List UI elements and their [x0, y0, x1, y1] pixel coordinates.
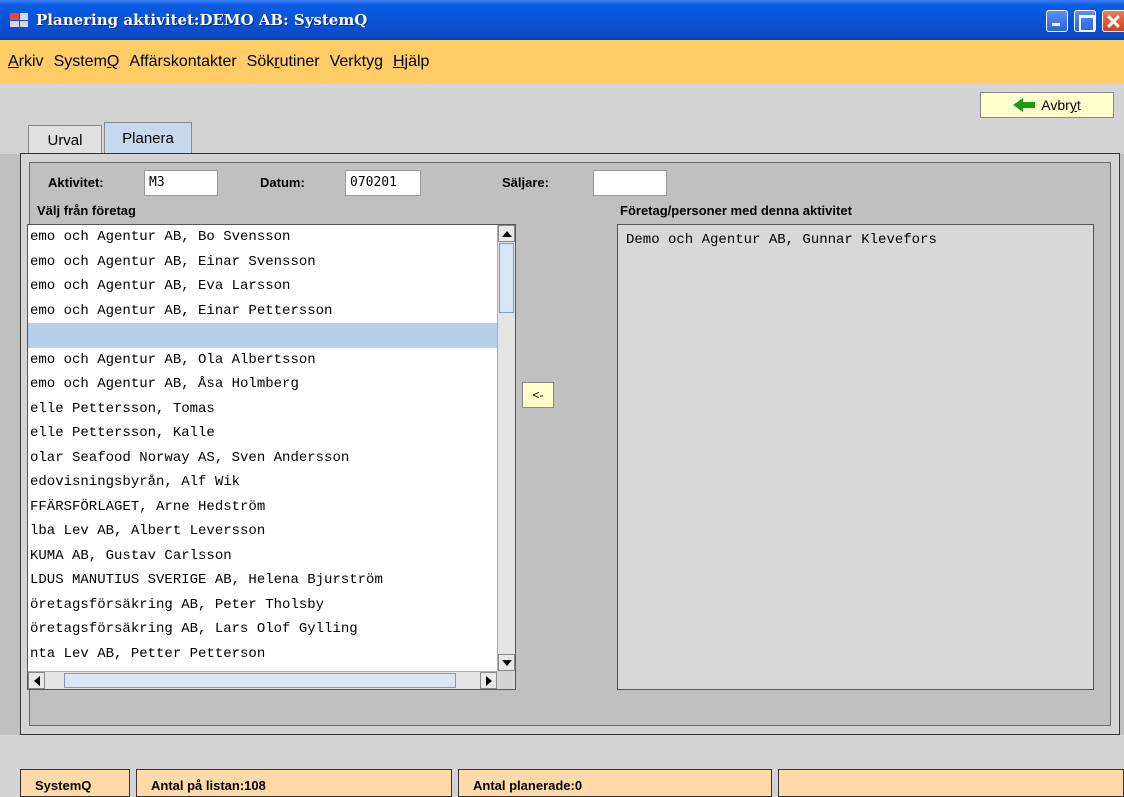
window-title: Planering aktivitet:DEMO AB: SystemQ [36, 11, 368, 29]
maximize-button[interactable] [1074, 10, 1096, 32]
menu-bar: Arkiv SystemQ Affärskontakter Sökrutiner… [0, 40, 1124, 84]
scroll-down-button[interactable] [498, 654, 515, 671]
status-area: SystemQ Antal på listan:108 Antal planer… [0, 735, 1124, 797]
horizontal-scrollbar[interactable] [28, 671, 497, 689]
menu-verktyg[interactable]: Verktyg [330, 53, 383, 71]
back-arrow-icon [1013, 98, 1036, 112]
status-app: SystemQ [20, 769, 130, 797]
list-item[interactable]: LDUS MANUTIUS SVERIGE AB, Helena Bjurstr… [28, 568, 497, 593]
right-list-title: Företag/personer med denna aktivitet [620, 203, 852, 218]
list-item[interactable]: emo och Agentur AB, Einar Pettersson [28, 299, 497, 324]
activity-field[interactable]: M3 [144, 170, 218, 196]
tab-urval[interactable]: Urval [28, 125, 102, 154]
list-item[interactable] [28, 323, 497, 348]
list-item[interactable]: elle Pettersson, Kalle [28, 421, 497, 446]
planned-list-item[interactable]: Demo och Agentur AB, Gunnar Klevefors [624, 228, 1093, 253]
planera-panel: Aktivitet: M3 Datum: 070201 Säljare: Väl… [20, 153, 1120, 735]
cancel-label: Avbryt [1041, 97, 1081, 113]
menu-systemq[interactable]: SystemQ [54, 53, 120, 71]
scroll-up-button[interactable] [498, 225, 515, 242]
menu-hjalp[interactable]: Hjälp [393, 53, 429, 71]
menu-sokrutiner[interactable]: Sökrutiner [247, 53, 320, 71]
list-item[interactable]: FFÄRSFÖRLAGET, Arne Hedström [28, 495, 497, 520]
title-bar[interactable]: Planering aktivitet:DEMO AB: SystemQ [0, 0, 1124, 40]
activity-label: Aktivitet: [48, 175, 104, 190]
chevron-up-icon [502, 231, 512, 237]
list-item[interactable]: öretagsförsäkring AB, Lars Olof Gylling [28, 617, 497, 642]
toolbar: Avbryt [0, 84, 1124, 118]
tab-planera[interactable]: Planera [104, 122, 192, 154]
chevron-right-icon [486, 676, 492, 686]
company-list-rows: emo och Agentur AB, Bo Svensson emo och A… [28, 225, 497, 671]
list-item[interactable]: emo och Agentur AB, Eva Larsson [28, 274, 497, 299]
vertical-scrollbar[interactable] [497, 225, 515, 671]
planera-content: Aktivitet: M3 Datum: 070201 Säljare: Väl… [27, 162, 1111, 726]
chevron-down-icon [502, 660, 512, 666]
vertical-scroll-thumb[interactable] [499, 243, 514, 313]
list-item[interactable]: öretagsförsäkring AB, Peter Tholsby [28, 593, 497, 618]
scroll-left-button[interactable] [28, 672, 45, 689]
list-item[interactable]: edovisningsbyrån, Alf Wik [28, 470, 497, 495]
list-item[interactable]: KUMA AB, Gustav Carlsson [28, 544, 497, 569]
list-item[interactable]: olar Seafood Norway AS, Sven Andersson [28, 446, 497, 471]
planned-list-rows: Demo och Agentur AB, Gunnar Klevefors [618, 225, 1093, 689]
scroll-right-button[interactable] [480, 672, 497, 689]
list-item[interactable]: emo och Agentur AB, Åsa Holmberg [28, 372, 497, 397]
status-count-list: Antal på listan:108 [136, 769, 452, 797]
status-count-planned: Antal planerade:0 [458, 769, 772, 797]
list-item[interactable]: nta Lev AB, Petter Petterson [28, 642, 497, 667]
menu-arkiv[interactable]: Arkiv [8, 53, 44, 71]
cancel-button[interactable]: Avbryt [980, 92, 1114, 118]
status-extra [778, 769, 1124, 797]
company-list[interactable]: emo och Agentur AB, Bo Svensson emo och A… [27, 224, 516, 690]
horizontal-scroll-thumb[interactable] [64, 673, 456, 688]
date-label: Datum: [260, 175, 305, 190]
chevron-left-icon [34, 676, 40, 686]
move-left-button[interactable]: <- [522, 382, 554, 408]
menu-affarskontakter[interactable]: Affärskontakter [129, 53, 236, 71]
app-icon [10, 13, 28, 27]
seller-label: Säljare: [502, 175, 549, 190]
list-item[interactable]: emo och Agentur AB, Ola Albertsson [28, 348, 497, 373]
scroll-corner [497, 671, 515, 689]
close-button[interactable] [1102, 10, 1124, 32]
list-item[interactable]: lba Lev AB, Albert Leversson [28, 519, 497, 544]
tab-strip: Urval Planera [0, 118, 1124, 154]
list-item[interactable]: emo och Agentur AB, Einar Svensson [28, 250, 497, 275]
minimize-button[interactable] [1046, 10, 1068, 32]
seller-field[interactable] [593, 170, 667, 196]
left-list-title: Välj från företag [37, 203, 136, 218]
date-field[interactable]: 070201 [345, 170, 421, 196]
list-item[interactable]: emo och Agentur AB, Bo Svensson [28, 225, 497, 250]
planned-list[interactable]: Demo och Agentur AB, Gunnar Klevefors [617, 224, 1094, 690]
list-item[interactable]: elle Pettersson, Tomas [28, 397, 497, 422]
